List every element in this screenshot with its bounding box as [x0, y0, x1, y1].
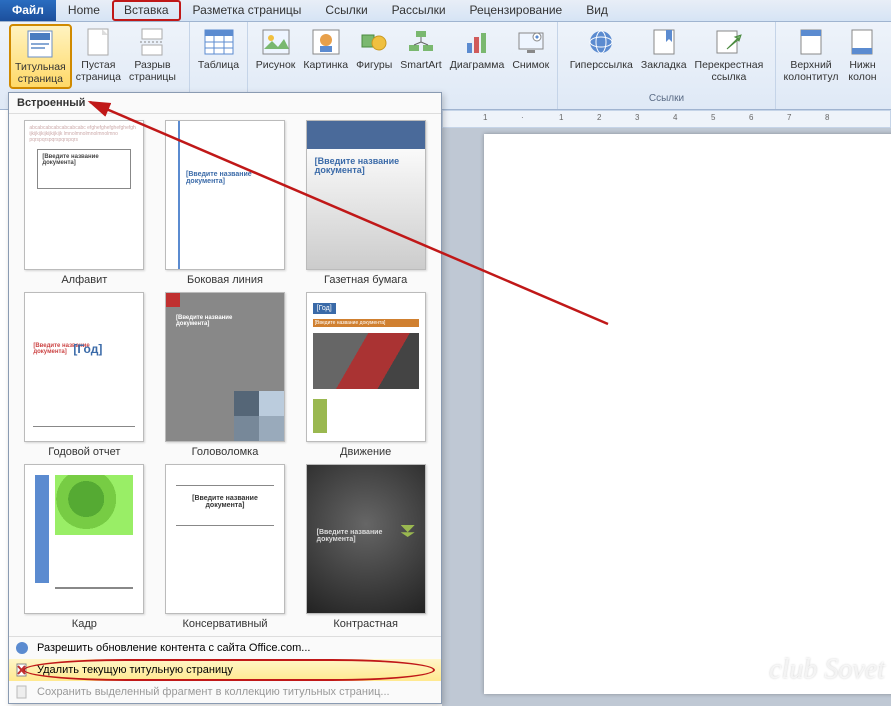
tab-layout[interactable]: Разметка страницы [181, 0, 314, 21]
shapes-icon [358, 26, 390, 58]
footer-icon [846, 26, 878, 58]
crossref-icon [713, 26, 745, 58]
chart-label: Диаграмма [450, 60, 505, 72]
tab-file[interactable]: Файл [0, 0, 56, 21]
gallery-item-label: Движение [340, 446, 391, 458]
bookmark-icon [648, 26, 680, 58]
cover-page-icon [24, 28, 56, 60]
gallery-item-label: Головоломка [192, 446, 259, 458]
page-break-icon [136, 26, 168, 58]
ribbon-tabs: Файл Home Вставка Разметка страницы Ссыл… [0, 0, 891, 22]
tab-refs[interactable]: Ссылки [313, 0, 379, 21]
smartart-icon [405, 26, 437, 58]
links-group-label: Ссылки [562, 93, 771, 107]
gallery-item-label: Кадр [72, 618, 97, 630]
globe-icon [15, 641, 29, 655]
gallery-item-label: Газетная бумага [324, 274, 407, 286]
tab-review[interactable]: Рецензирование [458, 0, 575, 21]
gallery-header: Встроенный [9, 93, 441, 114]
footer-label: Нижн колон [848, 60, 876, 83]
blank-page-button[interactable]: Пустая страница [72, 24, 125, 85]
cover-page-gallery: Встроенный abcabcabcabcabcabcabc efghefg… [8, 92, 442, 704]
gallery-item-contrast[interactable]: [Введите название документа] Контрастная [298, 464, 433, 630]
shapes-label: Фигуры [356, 60, 392, 72]
gallery-item-label: Алфавит [61, 274, 107, 286]
picture-button[interactable]: Рисунок [252, 24, 300, 74]
tab-mail[interactable]: Рассылки [380, 0, 458, 21]
smartart-button[interactable]: SmartArt [396, 24, 445, 74]
table-icon [203, 26, 235, 58]
gallery-save-selection: Сохранить выделенный фрагмент в коллекци… [9, 681, 441, 703]
cover-page-label: Титульная страница [15, 62, 66, 85]
footer-button[interactable]: Нижн колон [842, 24, 882, 85]
clipart-icon [310, 26, 342, 58]
crossref-label: Перекрестная ссылка [695, 60, 764, 83]
screenshot-label: Снимок [512, 60, 549, 72]
page[interactable] [484, 134, 891, 694]
hyperlink-button[interactable]: Гиперссылка [566, 24, 637, 74]
gallery-item-label: Годовой отчет [48, 446, 120, 458]
gallery-item-annual-report[interactable]: [Введите название документа][Год] Годово… [17, 292, 152, 458]
gallery-office-label: Разрешить обновление контента с сайта Of… [37, 642, 310, 654]
crossref-button[interactable]: Перекрестная ссылка [691, 24, 768, 85]
hyperlink-icon [585, 26, 617, 58]
shapes-button[interactable]: Фигуры [352, 24, 396, 74]
gallery-item-label: Консервативный [182, 618, 267, 630]
chart-icon [461, 26, 493, 58]
gallery-item-alphabet[interactable]: abcabcabcabcabcabcabc efghefghefghefghef… [17, 120, 152, 286]
watermark: club Sovet [769, 654, 885, 686]
picture-icon [260, 26, 292, 58]
header-label: Верхний колонтитул [784, 60, 839, 83]
hyperlink-label: Гиперссылка [570, 60, 633, 72]
gallery-item-frame[interactable]: Кадр [17, 464, 152, 630]
gallery-item-label: Контрастная [333, 618, 398, 630]
page-break-button[interactable]: Разрыв страницы [125, 24, 180, 85]
screenshot-button[interactable]: Снимок [508, 24, 553, 74]
tab-home[interactable]: Home [56, 0, 112, 21]
tab-insert[interactable]: Вставка [112, 0, 181, 21]
document-area[interactable] [442, 128, 891, 706]
header-icon [795, 26, 827, 58]
delete-page-icon [15, 663, 29, 677]
blank-page-icon [82, 26, 114, 58]
header-button[interactable]: Верхний колонтитул [780, 24, 843, 85]
gallery-delete-label: Удалить текущую титульную страницу [37, 664, 233, 676]
gallery-item-label: Боковая линия [187, 274, 263, 286]
horizontal-ruler[interactable] [442, 110, 891, 128]
clipart-button[interactable]: Картинка [299, 24, 352, 74]
gallery-footer: Разрешить обновление контента с сайта Of… [9, 636, 441, 703]
table-label: Таблица [198, 60, 239, 72]
clipart-label: Картинка [303, 60, 348, 72]
chart-button[interactable]: Диаграмма [446, 24, 509, 74]
save-page-icon [15, 685, 29, 699]
blank-page-label: Пустая страница [76, 60, 121, 83]
bookmark-button[interactable]: Закладка [637, 24, 691, 74]
gallery-item-puzzle[interactable]: [Введите название документа] Головоломка [158, 292, 293, 458]
page-break-label: Разрыв страницы [129, 60, 176, 83]
gallery-item-conservative[interactable]: [Введите название документа] Консерватив… [158, 464, 293, 630]
gallery-save-label: Сохранить выделенный фрагмент в коллекци… [37, 686, 390, 698]
table-button[interactable]: Таблица [194, 24, 243, 74]
tab-view[interactable]: Вид [574, 0, 620, 21]
screenshot-icon [515, 26, 547, 58]
gallery-item-motion[interactable]: [Год][Введите название документа] Движен… [298, 292, 433, 458]
bookmark-label: Закладка [641, 60, 687, 72]
smartart-label: SmartArt [400, 60, 441, 72]
gallery-item-newspaper[interactable]: [Введите название документа] Газетная бу… [298, 120, 433, 286]
gallery-delete-cover[interactable]: Удалить текущую титульную страницу [9, 659, 441, 681]
gallery-office-update[interactable]: Разрешить обновление контента с сайта Of… [9, 637, 441, 659]
picture-label: Рисунок [256, 60, 296, 72]
cover-page-button[interactable]: Титульная страница [9, 24, 72, 89]
gallery-item-sideline[interactable]: [Введите название документа] Боковая лин… [158, 120, 293, 286]
